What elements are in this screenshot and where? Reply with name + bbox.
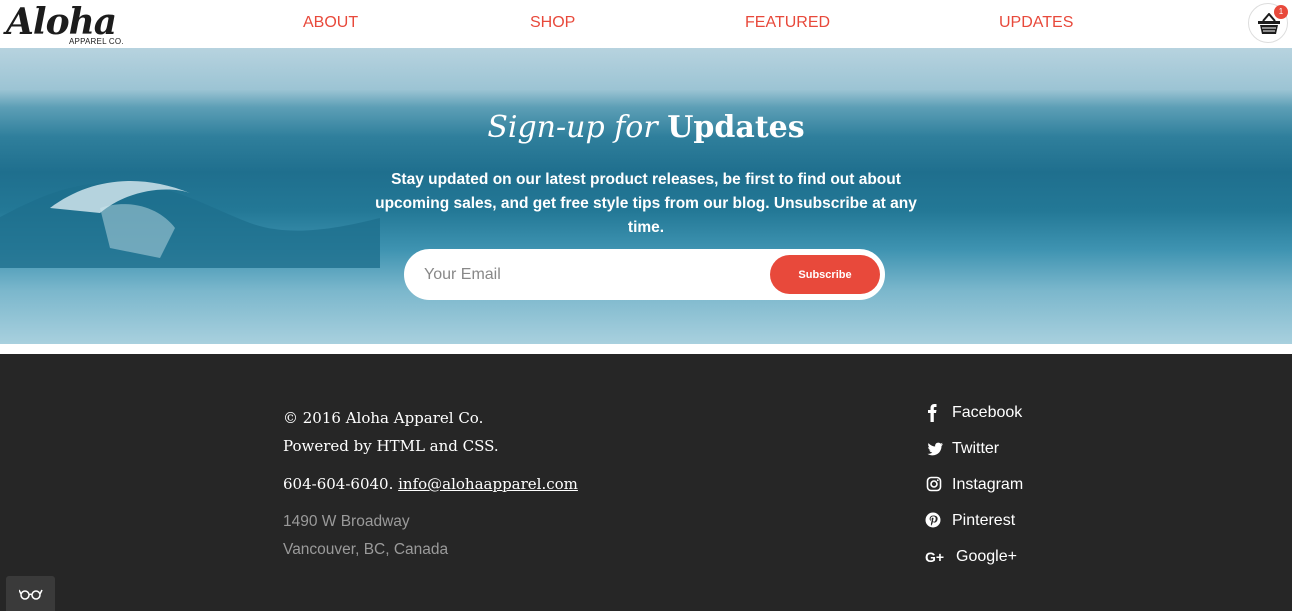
- phone-number: 604-604-6040.: [283, 475, 394, 493]
- signup-title-italic: Sign-up for: [487, 110, 658, 145]
- social-label: Google+: [956, 548, 1017, 565]
- powered-by-text: Powered by HTML and CSS.: [283, 437, 499, 455]
- logo-subtitle: APPAREL CO.: [69, 37, 124, 46]
- pinterest-icon: [924, 510, 946, 532]
- social-label: Twitter: [952, 440, 1000, 457]
- cart-count-badge: 1: [1274, 5, 1288, 19]
- social-label: Instagram: [952, 476, 1024, 493]
- signup-form: Subscribe: [404, 249, 885, 300]
- logo-script: Aloha: [6, 1, 117, 43]
- contact-line: 604-604-6040. info@alohaapparel.com: [283, 473, 578, 495]
- nav-shop[interactable]: SHOP: [530, 13, 575, 33]
- signup-hero: Sign-up for Updates Stay updated on our …: [0, 48, 1292, 344]
- subscribe-button[interactable]: Subscribe: [770, 255, 880, 294]
- section-divider: [0, 344, 1292, 354]
- email-field[interactable]: [424, 259, 754, 291]
- social-label: Facebook: [952, 404, 1023, 421]
- glasses-icon: [19, 589, 43, 600]
- nav-featured[interactable]: FEATURED: [745, 13, 830, 33]
- logo[interactable]: Aloha APPAREL CO.: [6, 2, 126, 46]
- email-link[interactable]: info@alohaapparel.com: [398, 475, 578, 493]
- signup-title-bold: Updates: [667, 110, 805, 145]
- signup-title: Sign-up for Updates: [0, 108, 1292, 148]
- address-line-2: Vancouver, BC, Canada: [283, 541, 449, 558]
- social-link-facebook[interactable]: Facebook: [924, 402, 1022, 424]
- top-nav: Aloha APPAREL CO. ABOUT SHOP FEATURED UP…: [0, 0, 1292, 48]
- social-link-instagram[interactable]: Instagram: [924, 474, 1023, 496]
- signup-description: Stay updated on our latest product relea…: [375, 171, 917, 236]
- nav-about[interactable]: ABOUT: [303, 13, 358, 33]
- instagram-icon: [924, 474, 946, 496]
- social-link-google-plus[interactable]: G+ Google+: [924, 546, 1017, 568]
- address-line-1: 1490 W Broadway: [283, 513, 410, 530]
- footer: © 2016 Aloha Apparel Co. Powered by HTML…: [0, 354, 1292, 611]
- google-plus-icon: G+: [924, 546, 950, 568]
- social-link-pinterest[interactable]: Pinterest: [924, 510, 1015, 532]
- twitter-icon: [924, 438, 946, 460]
- facebook-icon: [924, 402, 946, 424]
- cart-button[interactable]: 1: [1248, 3, 1288, 43]
- social-label: Pinterest: [952, 512, 1016, 529]
- svg-text:G+: G+: [925, 549, 944, 565]
- accessibility-toggle-button[interactable]: [6, 576, 55, 611]
- copyright-text: © 2016 Aloha Apparel Co.: [283, 409, 484, 427]
- nav-updates[interactable]: UPDATES: [999, 13, 1073, 33]
- social-link-twitter[interactable]: Twitter: [924, 438, 999, 460]
- wave-decoration: [0, 181, 380, 268]
